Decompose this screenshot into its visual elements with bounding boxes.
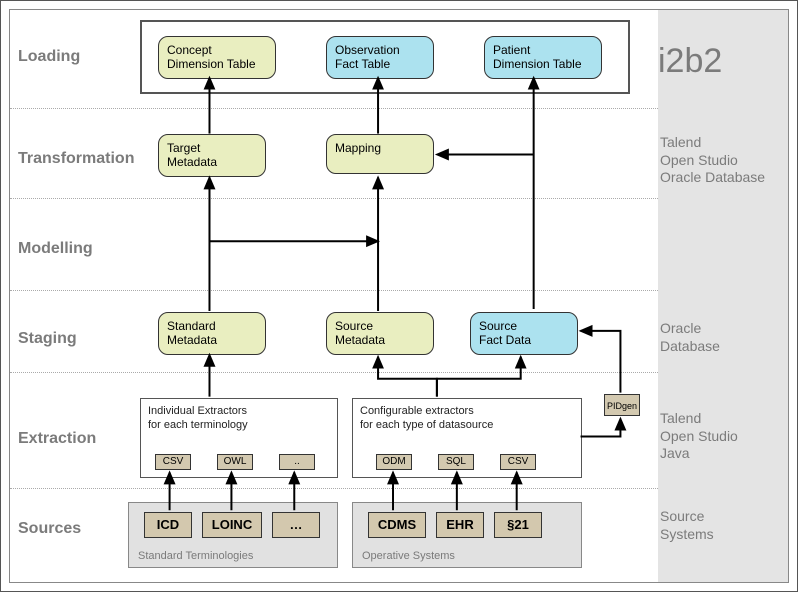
- side-label-staging: Oracle Database: [660, 320, 780, 355]
- diagram-inner: Loading Transformation Modelling Staging…: [9, 9, 789, 583]
- row-label-sources: Sources: [18, 520, 81, 538]
- format-sql: SQL: [438, 454, 474, 470]
- row-label-extraction: Extraction: [18, 430, 96, 448]
- tech-sidebar: [658, 10, 788, 582]
- separator: [10, 488, 658, 489]
- node-target-metadata: Target Metadata: [158, 134, 266, 177]
- side-label-extraction: Talend Open Studio Java: [660, 410, 780, 463]
- sources-standard-caption: Standard Terminologies: [138, 550, 253, 562]
- side-label-i2b2: i2b2: [658, 40, 778, 83]
- format-owl: OWL: [217, 454, 253, 470]
- format-odm: ODM: [376, 454, 412, 470]
- row-label-staging: Staging: [18, 330, 77, 348]
- sources-operative-caption: Operative Systems: [362, 550, 455, 562]
- node-standard-metadata: Standard Metadata: [158, 312, 266, 355]
- source-cdms: CDMS: [368, 512, 426, 538]
- node-observation-fact: Observation Fact Table: [326, 36, 434, 79]
- format-ellipsis: ..: [279, 454, 315, 470]
- source-icd: ICD: [144, 512, 192, 538]
- node-patient-dimension: Patient Dimension Table: [484, 36, 602, 79]
- row-label-transformation: Transformation: [18, 150, 134, 168]
- node-source-fact-data: Source Fact Data: [470, 312, 578, 355]
- format-csv-left: CSV: [155, 454, 191, 470]
- node-pidgen: PIDgen: [604, 394, 640, 416]
- node-mapping: Mapping: [326, 134, 434, 174]
- row-label-modelling: Modelling: [18, 240, 93, 258]
- separator: [10, 372, 658, 373]
- row-label-loading: Loading: [18, 48, 80, 66]
- source-p21: §21: [494, 512, 542, 538]
- source-ehr: EHR: [436, 512, 484, 538]
- extraction-left-caption: Individual Extractors for each terminolo…: [148, 404, 248, 433]
- format-csv-right: CSV: [500, 454, 536, 470]
- side-label-transform: Talend Open Studio Oracle Database: [660, 134, 780, 187]
- source-ellipsis: …: [272, 512, 320, 538]
- separator: [10, 198, 658, 199]
- separator: [10, 108, 658, 109]
- node-concept-dimension: Concept Dimension Table: [158, 36, 276, 79]
- extraction-right-caption: Configurable extractors for each type of…: [360, 404, 493, 433]
- source-loinc: LOINC: [202, 512, 262, 538]
- separator: [10, 290, 658, 291]
- side-label-sources: Source Systems: [660, 508, 780, 543]
- node-source-metadata: Source Metadata: [326, 312, 434, 355]
- diagram-frame: Loading Transformation Modelling Staging…: [0, 0, 798, 592]
